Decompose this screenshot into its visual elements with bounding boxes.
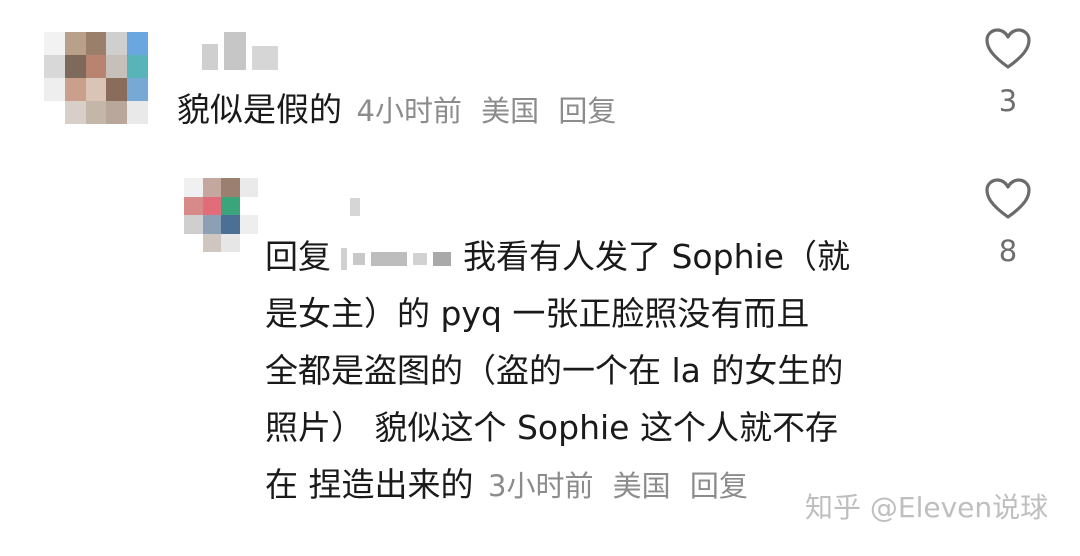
comment-line: 是女主）的 pyq 一张正脸照没有而且 xyxy=(265,294,810,333)
like-button[interactable]: 3 xyxy=(978,28,1038,118)
comment-body: 貌似是假的 xyxy=(177,90,342,129)
avatar-pixel xyxy=(44,32,65,55)
username-redacted[interactable] xyxy=(202,32,278,70)
avatar-pixel xyxy=(85,78,107,101)
avatar-pixel xyxy=(106,101,128,124)
avatar-pixel xyxy=(184,178,203,197)
comment-time: 3小时前 xyxy=(488,469,594,503)
avatar-pixel xyxy=(221,215,240,234)
avatar-pixel xyxy=(239,178,258,197)
avatar-pixel xyxy=(44,55,65,78)
avatar-pixel xyxy=(85,32,107,55)
avatar-pixel xyxy=(239,233,258,252)
comment-body: 在 捏造出来的 xyxy=(265,465,474,504)
reply-label: 回复 xyxy=(265,237,331,276)
avatar-pixel xyxy=(85,101,107,124)
like-button[interactable]: 8 xyxy=(978,178,1038,268)
avatar-pixel xyxy=(44,78,65,101)
avatar-pixel xyxy=(202,233,221,252)
avatar-pixel xyxy=(184,215,203,234)
avatar-pixel xyxy=(127,32,148,55)
avatar-pixel xyxy=(106,78,128,101)
comment-location: 美国 xyxy=(481,94,540,128)
avatar[interactable] xyxy=(184,178,258,252)
reply-button[interactable]: 回复 xyxy=(690,469,748,503)
avatar-pixel xyxy=(202,178,221,197)
avatar-pixel xyxy=(221,196,240,215)
comment-line: 全都是盗图的（盗的一个在 la 的女生的 xyxy=(265,351,844,390)
comment-location: 美国 xyxy=(612,469,671,503)
username-redacted xyxy=(350,198,360,216)
avatar-pixel xyxy=(202,196,221,215)
avatar-pixel xyxy=(184,233,203,252)
reply-button[interactable]: 回复 xyxy=(558,94,616,128)
avatar-pixel xyxy=(106,55,128,78)
avatar[interactable] xyxy=(44,32,148,124)
avatar-pixel xyxy=(106,32,128,55)
watermark: 知乎 @Eleven说球 xyxy=(805,491,1049,524)
avatar-pixel xyxy=(64,55,86,78)
like-count: 3 xyxy=(998,84,1018,118)
avatar-pixel xyxy=(127,101,148,124)
heart-icon xyxy=(985,178,1031,219)
avatar-pixel xyxy=(202,215,221,234)
avatar-pixel xyxy=(221,178,240,197)
comment-meta: 3小时前 美国 回复 xyxy=(488,469,758,503)
avatar-pixel xyxy=(184,196,203,215)
comment-time: 4小时前 xyxy=(356,94,462,128)
comment-body: 我看有人发了 Sophie（就 xyxy=(463,237,850,276)
heart-icon xyxy=(985,28,1031,69)
comment-line: 回复 我看有人发了 Sophie（就 xyxy=(265,228,945,285)
avatar-pixel xyxy=(64,78,86,101)
avatar-pixel xyxy=(221,233,240,252)
like-count: 8 xyxy=(998,234,1018,268)
comment-meta: 4小时前 美国 回复 xyxy=(357,94,627,128)
avatar-pixel xyxy=(239,196,258,215)
avatar-pixel xyxy=(64,32,86,55)
avatar-pixel xyxy=(85,55,107,78)
avatar-pixel xyxy=(44,101,65,124)
avatar-pixel xyxy=(127,55,148,78)
avatar-pixel xyxy=(239,215,258,234)
avatar-pixel xyxy=(64,101,86,124)
comment-line: 照片） 貌似这个 Sophie 这个人就不存 xyxy=(265,408,838,447)
comment-text: 回复 我看有人发了 Sophie（就 是女主）的 pyq 一张正脸照没有而且 全都… xyxy=(265,228,945,513)
comment-text: 貌似是假的 4小时前 美国 回复 xyxy=(177,81,626,140)
avatar-pixel xyxy=(127,78,148,101)
